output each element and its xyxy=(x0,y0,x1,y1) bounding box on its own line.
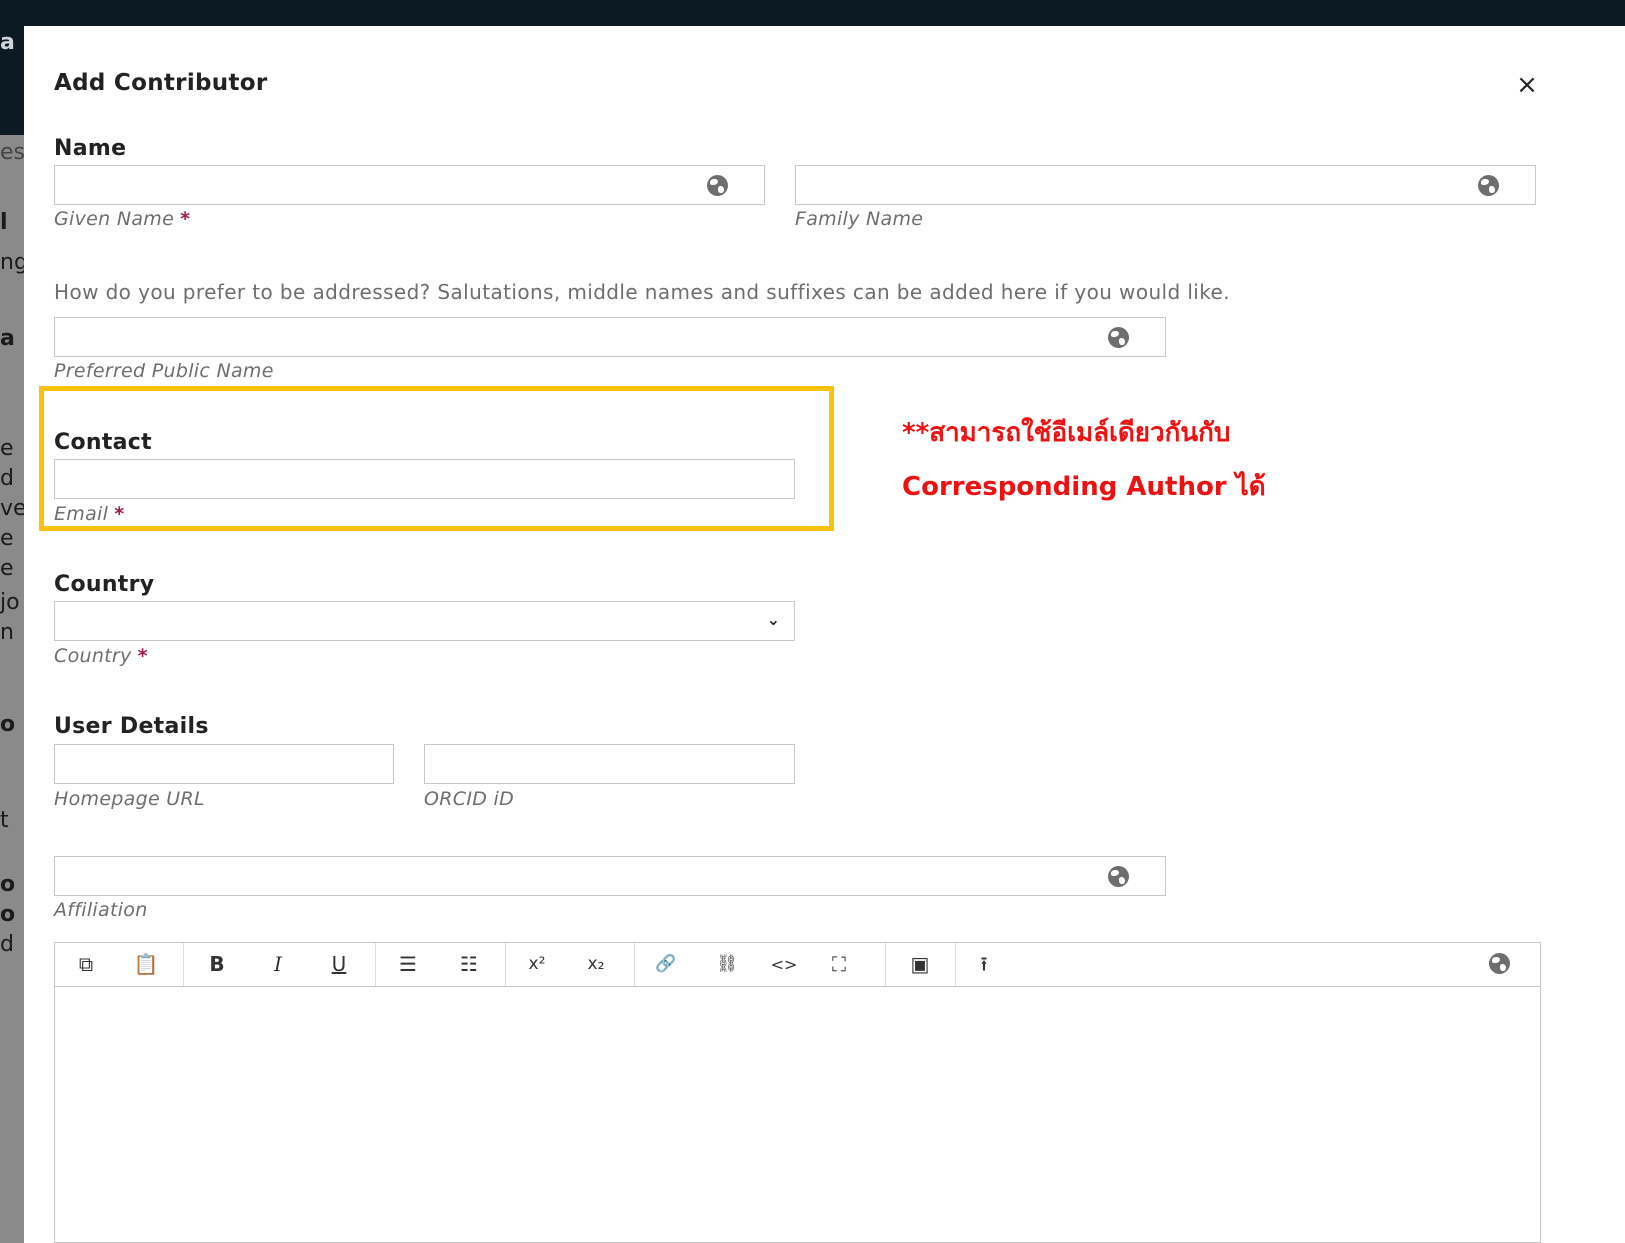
homepage-url-field[interactable] xyxy=(54,744,394,784)
email-field[interactable] xyxy=(54,459,795,499)
toolbar-divider xyxy=(955,943,956,986)
bio-editor[interactable]: ⧉ 📋 B I U ☰ ☷ x² x₂ 🔗 ⛓ <> ⛶ ▣ ⭱ xyxy=(54,942,1541,1243)
family-name-field[interactable] xyxy=(795,165,1536,205)
bold-icon[interactable]: B xyxy=(200,943,234,986)
toolbar-divider xyxy=(183,943,184,986)
paste-icon[interactable]: 📋 xyxy=(129,943,163,986)
preferred-public-name-label: Preferred Public Name xyxy=(54,360,274,382)
salutation-help-text: How do you prefer to be addressed? Salut… xyxy=(54,280,1230,304)
homepage-url-label: Homepage URL xyxy=(54,788,205,810)
unlink-icon[interactable]: ⛓ xyxy=(710,943,744,986)
underline-icon[interactable]: U xyxy=(322,943,356,986)
editor-toolbar: ⧉ 📋 B I U ☰ ☷ x² x₂ 🔗 ⛓ <> ⛶ ▣ ⭱ xyxy=(55,943,1540,987)
link-icon[interactable]: 🔗 xyxy=(649,943,683,986)
family-name-input[interactable] xyxy=(796,166,1535,204)
modal-title: Add Contributor xyxy=(54,70,268,96)
contact-heading: Contact xyxy=(54,430,152,455)
given-name-label-text: Given Name xyxy=(54,208,175,230)
background-text: a xyxy=(0,30,15,55)
country-label: Country * xyxy=(54,645,148,667)
country-heading: Country xyxy=(54,572,155,597)
user-details-heading: User Details xyxy=(54,714,209,739)
toolbar-divider xyxy=(634,943,635,986)
background-text: a xyxy=(0,326,15,351)
globe-icon[interactable] xyxy=(707,175,728,196)
background-text: o xyxy=(0,872,16,897)
annotation-line-2: Corresponding Author ได้ xyxy=(902,472,1266,502)
numbered-list-icon[interactable]: ☷ xyxy=(452,943,486,986)
fullscreen-icon[interactable]: ⛶ xyxy=(822,943,856,986)
annotation-line-1: **สามารถใช้อีเมล์เดียวกันกับ xyxy=(902,418,1231,448)
chevron-down-icon[interactable]: ⌄ xyxy=(767,610,780,629)
editor-content-area[interactable] xyxy=(55,987,1540,1242)
background-text: e xyxy=(0,526,14,551)
preferred-public-name-field[interactable] xyxy=(54,317,1166,357)
background-text: o xyxy=(0,902,16,927)
background-text: e xyxy=(0,436,14,461)
background-text: l xyxy=(0,210,8,235)
subscript-icon[interactable]: x₂ xyxy=(579,943,613,986)
globe-icon[interactable] xyxy=(1108,866,1129,887)
superscript-icon[interactable]: x² xyxy=(520,943,554,986)
image-icon[interactable]: ▣ xyxy=(903,943,937,986)
background-text: es xyxy=(0,140,24,165)
background-text: t xyxy=(0,808,9,833)
email-input[interactable] xyxy=(55,460,794,498)
orcid-label: ORCID iD xyxy=(424,788,515,810)
globe-icon[interactable] xyxy=(1489,953,1510,974)
background-text: ve xyxy=(0,496,24,521)
background-text: o xyxy=(0,712,16,737)
background-text: e xyxy=(0,556,14,581)
close-icon[interactable]: × xyxy=(1512,70,1542,100)
family-name-label: Family Name xyxy=(795,208,924,230)
background-text: d xyxy=(0,932,14,957)
copy-icon[interactable]: ⧉ xyxy=(69,943,103,986)
background-text: jo xyxy=(0,590,20,615)
background-text: n xyxy=(0,620,14,645)
required-marker: * xyxy=(180,208,191,230)
country-select[interactable]: ⌄ xyxy=(54,601,795,641)
orcid-field[interactable] xyxy=(424,744,795,784)
globe-icon[interactable] xyxy=(1478,175,1499,196)
country-label-text: Country xyxy=(54,645,132,667)
affiliation-input[interactable] xyxy=(55,857,1165,895)
given-name-input[interactable] xyxy=(55,166,764,204)
background-text: d xyxy=(0,466,14,491)
name-heading: Name xyxy=(54,136,127,161)
background-text: ng xyxy=(0,250,24,275)
affiliation-field[interactable] xyxy=(54,856,1166,896)
toolbar-divider xyxy=(505,943,506,986)
given-name-label: Given Name * xyxy=(54,208,190,230)
italic-icon[interactable]: I xyxy=(261,943,295,986)
required-marker: * xyxy=(114,503,125,525)
toolbar-divider xyxy=(885,943,886,986)
orcid-input[interactable] xyxy=(425,745,794,783)
homepage-url-input[interactable] xyxy=(55,745,393,783)
email-label: Email * xyxy=(54,503,124,525)
upload-icon[interactable]: ⭱ xyxy=(967,943,1001,986)
code-icon[interactable]: <> xyxy=(767,943,801,986)
email-label-text: Email xyxy=(54,503,109,525)
given-name-field[interactable] xyxy=(54,165,765,205)
required-marker: * xyxy=(137,645,148,667)
affiliation-label: Affiliation xyxy=(54,899,148,921)
preferred-public-name-input[interactable] xyxy=(55,318,1165,356)
bullet-list-icon[interactable]: ☰ xyxy=(391,943,425,986)
toolbar-divider xyxy=(375,943,376,986)
globe-icon[interactable] xyxy=(1108,327,1129,348)
add-contributor-modal: Add Contributor × Name Given Name * Famil… xyxy=(24,26,1625,1243)
